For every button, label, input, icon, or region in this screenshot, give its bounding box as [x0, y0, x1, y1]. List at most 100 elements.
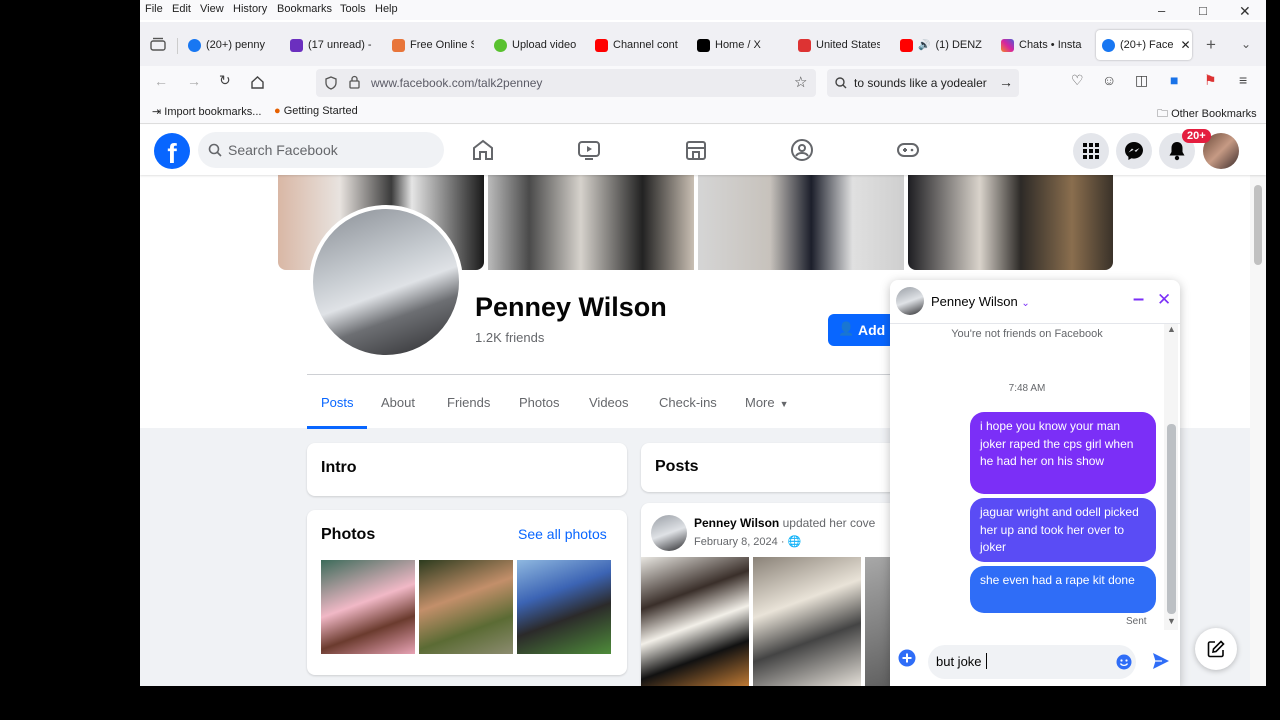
import-bookmarks-link[interactable]: ⇥ Import bookmarks... — [152, 105, 261, 118]
menu-bar: File Edit View History Bookmarks Tools H… — [140, 0, 1266, 20]
photo-thumbnail[interactable] — [517, 560, 611, 654]
new-message-button[interactable] — [1195, 628, 1237, 670]
video-nav-icon[interactable] — [577, 138, 601, 162]
messenger-icon — [1125, 142, 1143, 160]
cover-photo[interactable] — [908, 175, 1113, 270]
tab-friends[interactable]: Friends — [447, 395, 490, 410]
chat-scrollbar-thumb[interactable] — [1167, 424, 1176, 614]
add-friend-button[interactable]: 👤 Add — [828, 314, 898, 346]
bookmark-star-icon[interactable]: ☆ — [794, 73, 807, 91]
chat-contact-name[interactable]: Penney Wilson ⌄ — [931, 294, 1030, 309]
back-icon[interactable]: ← — [154, 73, 168, 89]
menu-view[interactable]: View — [200, 3, 224, 15]
page-scrollbar[interactable] — [1250, 175, 1266, 686]
home-icon[interactable] — [250, 75, 265, 90]
close-tab-icon[interactable]: ✕ — [1181, 38, 1191, 52]
tab-posts[interactable]: Posts — [321, 395, 354, 410]
menu-help[interactable]: Help — [375, 3, 398, 15]
shield-icon[interactable] — [324, 76, 338, 90]
see-all-photos-link[interactable]: See all photos — [518, 526, 607, 542]
close-window-icon[interactable]: ✕ — [1239, 3, 1251, 20]
scroll-up-icon[interactable]: ▲ — [1167, 324, 1176, 334]
tab-more[interactable]: More ▼ — [745, 395, 789, 410]
tab-facebook-active[interactable]: (20+) Face ✕ — [1096, 30, 1192, 60]
message-timestamp: 7:48 AM — [1008, 383, 1046, 394]
post-author[interactable]: Penney Wilson — [694, 516, 779, 530]
gaming-nav-icon[interactable] — [896, 138, 920, 162]
menu-edit[interactable]: Edit — [172, 3, 191, 15]
menu-bookmarks[interactable]: Bookmarks — [277, 3, 332, 15]
url-bar[interactable]: www.facebook.com/talk2penney ☆ — [316, 69, 816, 97]
cover-photo[interactable] — [698, 175, 904, 270]
tab-free-online[interactable]: Free Online S — [392, 30, 474, 60]
go-arrow-icon[interactable]: → — [999, 74, 1013, 90]
bookmarks-bar: ⇥ Import bookmarks... ● Getting Started … — [140, 100, 1266, 124]
page-scrollbar-thumb[interactable] — [1254, 185, 1262, 265]
message-input[interactable]: but joke — [928, 645, 1136, 679]
tab-overview-icon[interactable] — [150, 37, 166, 51]
tab-united-states[interactable]: United States — [798, 30, 880, 60]
photo-thumbnail[interactable] — [321, 560, 415, 654]
forward-icon[interactable]: → — [187, 73, 201, 89]
photo-thumbnail[interactable] — [419, 560, 513, 654]
post-date[interactable]: February 8, 2024 · 🌐 — [694, 535, 801, 548]
chat-avatar[interactable] — [896, 287, 924, 315]
facebook-logo-icon[interactable]: f — [154, 133, 190, 169]
maximize-icon[interactable]: □ — [1199, 3, 1207, 18]
account-icon[interactable]: ☺ — [1102, 72, 1116, 88]
home-nav-icon[interactable] — [471, 138, 495, 162]
lock-icon[interactable] — [348, 75, 361, 90]
megaphone-icon[interactable]: ⚑ — [1204, 72, 1217, 89]
menu-tools[interactable]: Tools — [340, 3, 366, 15]
profile-picture[interactable] — [309, 205, 463, 359]
facebook-search-input[interactable]: Search Facebook — [198, 132, 444, 168]
facebook-icon — [188, 38, 201, 52]
extensions-icon[interactable]: ◫ — [1135, 72, 1148, 89]
search-bar[interactable]: to sounds like a yodealer → — [827, 69, 1019, 97]
emoji-icon[interactable] — [1116, 654, 1132, 670]
tab-facebook-penny[interactable]: (20+) penny — [188, 30, 270, 60]
send-icon[interactable] — [1152, 652, 1170, 670]
tab-videos[interactable]: Videos — [589, 395, 629, 410]
plus-icon[interactable] — [898, 649, 916, 667]
other-bookmarks-link[interactable]: 🗀 Other Bookmarks — [1157, 105, 1257, 124]
new-tab-icon[interactable]: + — [1206, 35, 1216, 55]
tab-about[interactable]: About — [381, 395, 415, 410]
reload-icon[interactable]: ↻ — [219, 72, 231, 89]
menu-icon[interactable]: ≡ — [1239, 72, 1247, 88]
pocket-icon[interactable]: ♡ — [1071, 72, 1084, 89]
minimize-chat-icon[interactable]: – — [1133, 288, 1144, 311]
tab-check-ins[interactable]: Check-ins — [659, 395, 717, 410]
getting-started-link[interactable]: ● Getting Started — [274, 105, 358, 117]
messenger-button[interactable] — [1116, 133, 1152, 169]
scroll-down-icon[interactable]: ▼ — [1167, 616, 1176, 626]
post-photo[interactable] — [753, 557, 861, 686]
sent-message[interactable]: jaguar wright and odell picked her up an… — [970, 498, 1156, 562]
chat-scrollbar[interactable]: ▲ ▼ — [1164, 324, 1178, 630]
menu-file[interactable]: File — [145, 3, 163, 15]
minimize-icon[interactable]: – — [1158, 3, 1165, 18]
speaker-icon[interactable]: 🔊 — [918, 40, 930, 51]
friends-count[interactable]: 1.2K friends — [475, 330, 544, 345]
groups-nav-icon[interactable] — [790, 138, 814, 162]
chat-header[interactable]: Penney Wilson ⌄ – ✕ — [890, 280, 1180, 324]
cover-photo[interactable] — [488, 175, 694, 270]
sent-message[interactable]: i hope you know your man joker raped the… — [970, 412, 1156, 494]
tab-channel-content[interactable]: Channel cont — [595, 30, 679, 60]
menu-grid-button[interactable] — [1073, 133, 1109, 169]
sent-message[interactable]: she even had a rape kit done — [970, 566, 1156, 613]
post-author-avatar[interactable] — [651, 515, 687, 551]
posts-card: Posts — [641, 443, 901, 492]
extension-badge-icon[interactable]: ■ — [1170, 72, 1178, 88]
tab-denz[interactable]: 🔊 (1) DENZ — [900, 30, 982, 60]
tab-mail[interactable]: (17 unread) - — [290, 30, 372, 60]
tab-instagram-chats[interactable]: Chats • Insta — [1001, 30, 1083, 60]
list-tabs-icon[interactable]: ⌄ — [1241, 37, 1251, 51]
tab-x-home[interactable]: Home / X — [697, 30, 779, 60]
tab-upload-video[interactable]: Upload video — [494, 30, 576, 60]
post-photo[interactable] — [641, 557, 749, 686]
menu-history[interactable]: History — [233, 3, 267, 15]
tab-photos[interactable]: Photos — [519, 395, 559, 410]
marketplace-nav-icon[interactable] — [684, 138, 708, 162]
close-chat-icon[interactable]: ✕ — [1157, 290, 1171, 310]
